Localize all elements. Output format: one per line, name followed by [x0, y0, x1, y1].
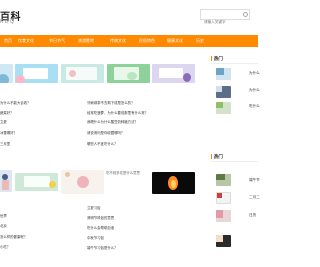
article-thumbnail[interactable]: [61, 64, 104, 83]
nav-item-food[interactable]: 饮食文化: [18, 38, 34, 44]
main-nav: 首页 饮食文化 节日节气 旅游胜地 传统文化 民俗特色 健康文化 历史: [0, 35, 258, 47]
nav-item-culture[interactable]: 传统文化: [110, 38, 126, 44]
list-item[interactable]: 吃什么会帮助血液: [87, 225, 114, 230]
sidebar-thumbnail[interactable]: [216, 210, 231, 222]
header: 百科 KDQ: [0, 0, 258, 30]
sidebar-item[interactable]: 吃什么: [249, 104, 260, 109]
sidebar-title: 热门: [214, 56, 223, 61]
nav-item-home[interactable]: 首页: [4, 38, 12, 44]
sidebar-title: 热门: [214, 154, 223, 159]
list-item[interactable]: 世界: [0, 213, 7, 218]
list-item[interactable]: 牙刷绿茶不去剩下成是怎么的？: [87, 100, 134, 105]
sidebar-thumbnail[interactable]: [216, 235, 231, 247]
search-box[interactable]: [200, 9, 250, 27]
nav-item-festival[interactable]: 节日节气: [49, 38, 65, 44]
list-item[interactable]: 哪些人不宜吃什么？: [87, 141, 118, 146]
list-item[interactable]: 立夏习俗: [87, 205, 101, 210]
nav-item-health[interactable]: 健康文化: [167, 38, 183, 44]
article-thumbnail[interactable]: [152, 172, 195, 194]
sidebar-item[interactable]: 为什么: [249, 88, 260, 93]
search-input[interactable]: [201, 17, 245, 27]
sidebar-thumbnail[interactable]: [216, 86, 231, 98]
article-thumbnail[interactable]: [107, 64, 150, 83]
sidebar-item[interactable]: 二月二: [249, 195, 260, 200]
list-item[interactable]: 北京: [0, 223, 7, 228]
nav-item-folk[interactable]: 民俗特色: [139, 38, 155, 44]
list-item[interactable]: 经常吃菠萝，为什么要说那里有什么常？: [87, 110, 148, 115]
article-thumbnail[interactable]: [152, 64, 195, 83]
list-item[interactable]: 端午节习俗是什么？: [87, 245, 118, 250]
sidebar-item[interactable]: 日历: [249, 213, 256, 218]
search-icon[interactable]: [243, 11, 248, 17]
article-thumbnail[interactable]: [15, 64, 58, 83]
sidebar-thumbnail[interactable]: [216, 192, 231, 204]
list-item[interactable]: 请说请问是你收藏哪吗？: [87, 130, 124, 135]
sidebar-item[interactable]: 端午节: [249, 178, 260, 183]
list-item[interactable]: 三月里: [0, 141, 10, 146]
divider: [211, 63, 258, 64]
sidebar-thumbnail[interactable]: [216, 174, 231, 186]
sidebar-thumbnail[interactable]: [216, 102, 231, 114]
nav-item-history[interactable]: 历史: [196, 38, 204, 44]
list-item[interactable]: 为什么不能大合收？: [0, 100, 31, 105]
list-item[interactable]: 小吃？: [0, 244, 10, 249]
list-item[interactable]: 中秋节习俗: [87, 235, 104, 240]
site-logo-subtitle: KDQ: [0, 19, 16, 25]
list-item[interactable]: 怎么样的健康呢？: [0, 234, 27, 239]
article-thumbnail[interactable]: [15, 173, 58, 191]
list-item[interactable]: 清明节风俗的意思: [87, 215, 114, 220]
list-item[interactable]: 蔬菜好？: [0, 110, 14, 115]
list-item[interactable]: 冰雪哪好？: [0, 130, 17, 135]
list-item[interactable]: 我喝什么为什么酸豆奶种植方法？: [87, 119, 138, 124]
sidebar-accent-bar: [211, 154, 212, 159]
article-thumbnail[interactable]: [0, 170, 12, 192]
sidebar-item[interactable]: 为什么: [249, 71, 260, 76]
sidebar-accent-bar: [211, 56, 212, 61]
article-thumbnail[interactable]: [61, 170, 104, 194]
sidebar-thumbnail[interactable]: [216, 68, 231, 80]
article-thumbnail[interactable]: [0, 64, 13, 83]
divider: [211, 161, 258, 162]
list-item[interactable]: 立夏: [0, 119, 7, 124]
nav-item-travel[interactable]: 旅游胜地: [78, 38, 94, 44]
broken-image-alt: 吃不到多花是什么意思: [106, 171, 140, 175]
